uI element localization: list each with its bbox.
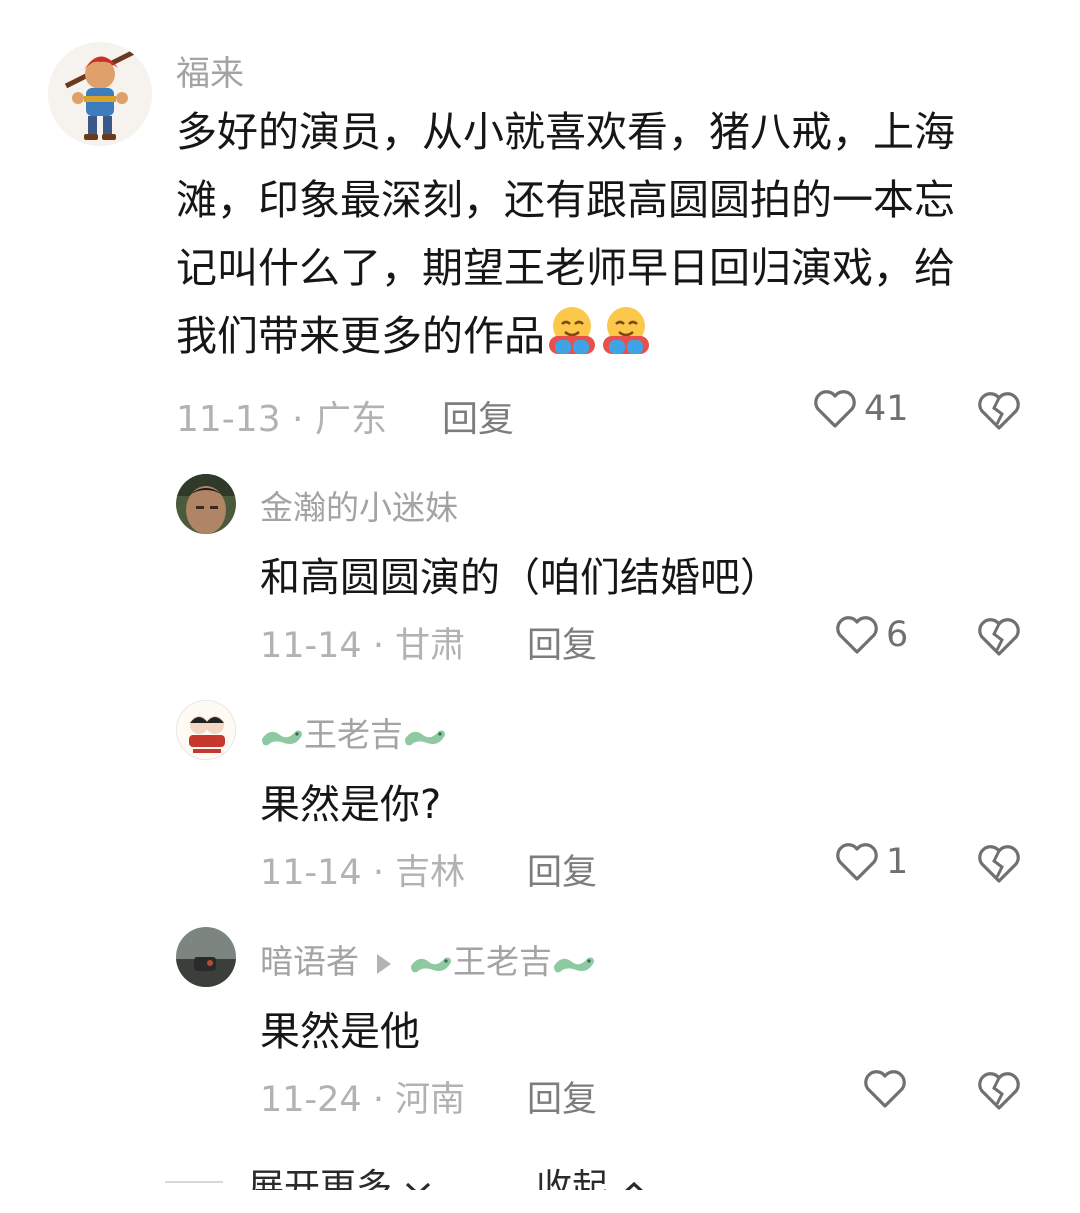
hugging-emoji-icon [599, 304, 653, 376]
reply-button[interactable]: 回复 [527, 617, 597, 668]
avatar-anyuzhe[interactable] [176, 927, 236, 987]
comment-text-line: 记叫什么了，期望王老师早日回归演戏，给 [176, 244, 955, 292]
author-name-text: 王老吉 [304, 715, 403, 754]
heart-icon [864, 1070, 906, 1108]
dragon-icon [554, 957, 594, 972]
like-button[interactable] [862, 1068, 914, 1110]
dragon-icon [262, 730, 302, 745]
comment-text-line: 滩，印象最深刻，还有跟高圆圆拍的一本忘 [176, 176, 955, 224]
heart-icon [836, 843, 878, 881]
bottom-fade [0, 1190, 1080, 1213]
footer-divider [165, 1181, 223, 1183]
heart-icon [814, 390, 856, 428]
dragon-icon [411, 957, 451, 972]
comment-text-line-part: 我们带来更多的作品 [176, 312, 545, 360]
dark-scene-icon [176, 927, 236, 987]
broken-heart-icon [978, 1072, 1020, 1110]
avatar-wanglaoji[interactable] [176, 700, 236, 760]
couple-cartoon-icon [177, 701, 235, 759]
warrior-avatar-icon [48, 42, 152, 146]
dragon-icon [405, 730, 445, 745]
broken-heart-icon [978, 845, 1020, 883]
comment-text: 和高圆圆演的（咱们结婚吧） [260, 555, 780, 601]
comment-date-location: 11-13 · 广东 [176, 399, 387, 440]
comment-date-location: 11-14 · 甘肃 [260, 626, 466, 666]
broken-heart-icon [978, 392, 1020, 430]
reply-button[interactable]: 回复 [527, 844, 597, 895]
dislike-button[interactable] [976, 390, 1022, 436]
heart-icon [836, 616, 878, 654]
hugging-emoji-icon [545, 304, 599, 376]
avatar-fulai[interactable] [48, 42, 152, 146]
dislike-button[interactable] [976, 616, 1022, 662]
comment-text: 果然是他 [260, 1009, 420, 1055]
comment-text-line: 多好的演员，从小就喜欢看，猪八戒，上海 [176, 108, 955, 156]
comment-date-location: 11-14 · 吉林 [260, 853, 466, 893]
reply-arrow-icon [377, 953, 391, 974]
comment-author[interactable]: 福来 [176, 46, 244, 95]
dislike-button[interactable] [976, 1070, 1022, 1116]
comment-author[interactable]: 金瀚的小迷妹 [260, 481, 458, 529]
reply-to-author[interactable]: 王老吉 [453, 942, 552, 981]
like-count: 41 [864, 389, 909, 429]
comment-author[interactable]: 王老吉 [260, 708, 447, 756]
dislike-button[interactable] [976, 843, 1022, 889]
comment-text: 果然是你? [260, 782, 442, 828]
like-button[interactable]: 6 [834, 614, 908, 656]
like-button[interactable]: 1 [834, 841, 908, 883]
reply-button[interactable]: 回复 [527, 1071, 597, 1122]
reply-button[interactable]: 回复 [442, 390, 514, 442]
like-button[interactable]: 41 [812, 388, 909, 430]
face-photo-icon [176, 474, 236, 534]
comment-text-line: 我们带来更多的作品 [176, 302, 653, 376]
comment-date-location: 11-24 · 河南 [260, 1080, 466, 1120]
like-count: 6 [886, 615, 909, 655]
comment-author[interactable]: 暗语者 [260, 942, 359, 981]
like-count: 1 [886, 842, 909, 882]
broken-heart-icon [978, 618, 1020, 656]
comment-author-reply-line: 暗语者 王老吉 [260, 935, 596, 983]
avatar-jinhan-fan[interactable] [176, 474, 236, 534]
